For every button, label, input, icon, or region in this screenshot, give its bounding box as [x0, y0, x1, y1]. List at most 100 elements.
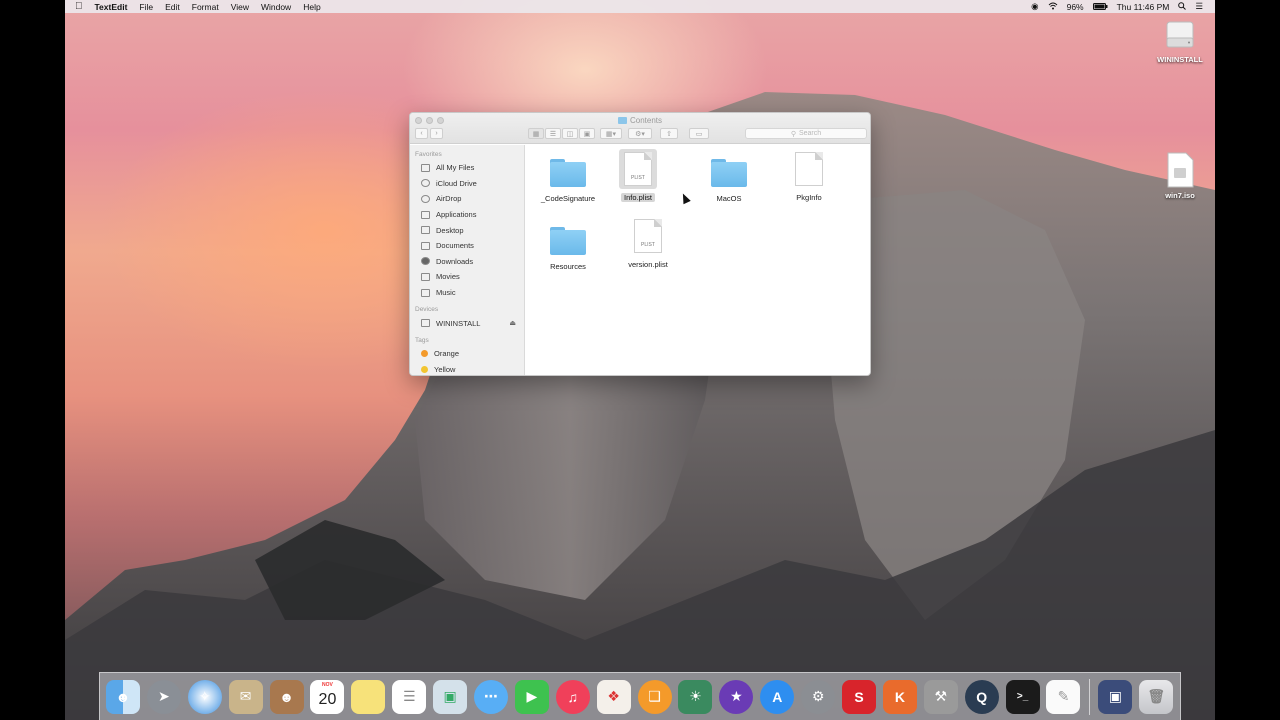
file-item-info-plist[interactable]: PLIST Info.plist	[598, 149, 678, 202]
record-status-icon[interactable]: ◉	[1031, 1, 1038, 12]
finder-icon[interactable]: ☻	[106, 679, 140, 714]
finder-window: Contents ‹ › ▦ ☰ ◫ ▣ ▦▾ ⚙▾ ⇧ ▭ ⚲ Search …	[409, 112, 871, 376]
popcorn-time-icon[interactable]: ❖	[596, 679, 631, 714]
preview-icon[interactable]: ▣	[433, 679, 468, 714]
terminal-icon[interactable]: >_	[1005, 679, 1040, 714]
arrange-button[interactable]: ▦▾	[600, 128, 622, 139]
menu-window[interactable]: Window	[261, 2, 291, 12]
sidebar-item-label: Downloads	[436, 256, 474, 266]
launchpad-icon[interactable]: ➤	[146, 679, 181, 714]
system-preferences-icon[interactable]: ⚙	[801, 679, 836, 714]
plist-document-icon: PLIST	[634, 219, 662, 253]
imovie-icon[interactable]: ★	[719, 679, 754, 714]
menu-format[interactable]: Format	[192, 2, 219, 12]
textedit-icon[interactable]: ✎	[1046, 679, 1081, 714]
iphoto-icon[interactable]: ☀	[678, 679, 713, 714]
menu-edit[interactable]: Edit	[165, 2, 180, 12]
devices-header: Devices	[415, 306, 439, 314]
sidebar-item-label: Documents	[436, 241, 474, 251]
display-icon[interactable]: ▣	[1098, 679, 1133, 714]
file-label: _CodeSignature	[540, 194, 596, 203]
menu-file[interactable]: File	[139, 2, 153, 12]
battery-percent[interactable]: 96%	[1067, 2, 1084, 12]
wininstall-drive-icon[interactable]: WININSTALL	[1145, 18, 1215, 64]
sidebar-item-icloud-drive[interactable]: iCloud Drive	[410, 176, 524, 192]
win7-iso-icon[interactable]: win7.iso	[1145, 152, 1215, 200]
action-gear-button[interactable]: ⚙▾	[628, 128, 652, 139]
app-menu[interactable]: TextEdit	[95, 2, 128, 12]
folder-icon	[550, 227, 586, 255]
menu-view[interactable]: View	[231, 2, 249, 12]
menu-help[interactable]: Help	[303, 2, 320, 12]
sidebar-item-label: Orange	[434, 349, 460, 359]
calendar-month: NOV	[322, 681, 333, 688]
file-item-codesignature[interactable]: _CodeSignature	[528, 153, 608, 203]
sidebar-item-all-my-files[interactable]: All My Files	[410, 160, 524, 176]
sidebar-item-label: Desktop	[436, 225, 464, 235]
finder-content: _CodeSignature PLIST Info.plist MacOS Pk…	[526, 145, 870, 375]
spotlight-icon[interactable]	[1178, 1, 1187, 12]
sidebar-item-tag-orange[interactable]: Orange	[410, 346, 524, 362]
sidebar-item-documents[interactable]: Documents	[410, 238, 524, 254]
search-icon: ⚲	[790, 130, 796, 138]
cloud-icon	[421, 179, 430, 188]
keynote-icon[interactable]: K	[882, 679, 917, 714]
file-item-resources[interactable]: Resources	[528, 221, 608, 271]
sidebar-item-music[interactable]: Music	[410, 285, 524, 301]
file-label: version.plist	[628, 260, 668, 269]
folder-icon	[550, 159, 586, 187]
menu-clock[interactable]: Thu 11:46 PM	[1117, 2, 1170, 12]
sidebar-item-desktop[interactable]: Desktop	[410, 222, 524, 238]
sidebar-item-downloads[interactable]: Downloads	[410, 254, 524, 270]
orange-tag-dot-icon	[421, 350, 428, 358]
messages-icon[interactable]: ⋯	[474, 679, 509, 714]
menu-bar:  TextEdit File Edit Format View Window …	[65, 0, 1215, 13]
contacts-icon[interactable]: ☻	[269, 679, 304, 714]
file-label: MacOS	[716, 194, 742, 203]
app-store-icon[interactable]: A	[760, 679, 795, 714]
notes-icon[interactable]	[351, 679, 386, 714]
safari-icon[interactable]: ✧	[187, 679, 222, 714]
dock: ☻ ➤ ✧ ✉ ☻ NOV 20 ☰ ▣ ⋯ ▶ ♫ ❖ ❑ ☀ ★ A ⚙ S…	[99, 672, 1181, 720]
external-drive-icon	[1166, 21, 1194, 48]
column-view-button[interactable]: ◫	[562, 128, 578, 139]
sidebar-item-tag-yellow[interactable]: Yellow	[410, 362, 524, 375]
automator-icon[interactable]: ⚒	[923, 679, 958, 714]
battery-icon[interactable]	[1092, 2, 1108, 12]
back-button[interactable]: ‹	[415, 128, 428, 139]
sidebar-item-applications[interactable]: Applications	[410, 207, 524, 223]
sidebar-item-airdrop[interactable]: AirDrop	[410, 191, 524, 207]
search-field[interactable]: ⚲ Search	[745, 128, 867, 139]
notification-center-icon[interactable]: ☰	[1195, 1, 1203, 12]
tag-button[interactable]: ▭	[689, 128, 709, 139]
eject-icon[interactable]: ⏏	[509, 319, 516, 327]
coverflow-view-button[interactable]: ▣	[579, 128, 595, 139]
sidebar-item-label: Movies	[436, 272, 460, 282]
music-icon	[421, 288, 430, 297]
list-view-button[interactable]: ☰	[545, 128, 561, 139]
reminders-icon[interactable]: ☰	[392, 679, 427, 714]
file-item-version-plist[interactable]: PLIST version.plist	[608, 216, 688, 269]
sidebar-item-movies[interactable]: Movies	[410, 269, 524, 285]
itunes-icon[interactable]: ♫	[555, 679, 590, 714]
facetime-icon[interactable]: ▶	[514, 679, 549, 714]
sidebar-item-label: WININSTALL	[436, 318, 481, 328]
all-my-files-icon	[421, 163, 430, 172]
window-title: Contents	[410, 116, 870, 125]
file-item-macos[interactable]: MacOS	[689, 153, 769, 203]
quicktime-icon[interactable]: Q	[964, 679, 999, 714]
sidebar-item-wininstall[interactable]: WININSTALL ⏏	[410, 315, 524, 331]
icon-view-button[interactable]: ▦	[528, 128, 544, 139]
trash-icon[interactable]: 🗑	[1139, 679, 1174, 714]
file-item-pkginfo[interactable]: PkgInfo	[769, 149, 849, 202]
sidebar-item-label: Yellow	[434, 364, 456, 374]
ibooks-icon[interactable]: ❑	[637, 679, 672, 714]
wifi-icon[interactable]	[1048, 2, 1058, 12]
share-button[interactable]: ⇧	[660, 128, 678, 139]
forward-button[interactable]: ›	[430, 128, 443, 139]
finder-titlebar[interactable]: Contents ‹ › ▦ ☰ ◫ ▣ ▦▾ ⚙▾ ⇧ ▭ ⚲ Search	[410, 113, 870, 144]
mail-icon[interactable]: ✉	[228, 679, 263, 714]
sketchup-pro-icon[interactable]: S	[842, 679, 877, 714]
apple-menu-icon[interactable]: 	[75, 1, 83, 12]
calendar-icon[interactable]: NOV 20	[310, 679, 345, 714]
